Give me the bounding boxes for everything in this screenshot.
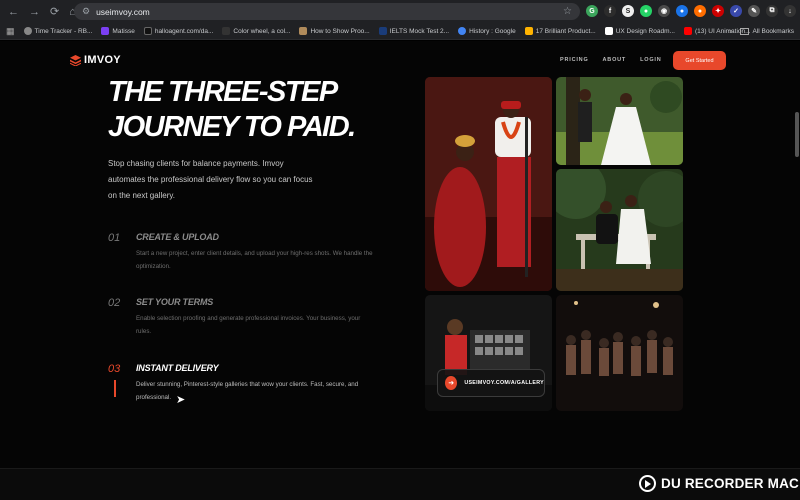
grammarly-icon[interactable]: G	[586, 5, 598, 17]
check-extension-icon[interactable]: ✓	[730, 5, 742, 17]
chevron-right-icon[interactable]: »	[729, 28, 733, 35]
crowd-night-image	[556, 295, 683, 411]
step-number: 03	[108, 363, 121, 375]
bookmark-item[interactable]: Matisse	[101, 27, 135, 35]
gallery-photo[interactable]	[556, 295, 683, 411]
browser-toolbar: ← → ⟳ ⌂ ⚙ useimvoy.com ☆ G f S ● ◉ ● ● ✦…	[0, 0, 800, 23]
bookmark-star-icon[interactable]: ☆	[563, 6, 572, 17]
logo[interactable]: IMVOY	[70, 54, 121, 66]
recorder-logo-icon	[639, 475, 656, 492]
youtube-icon	[683, 27, 692, 35]
bookmark-item[interactable]: UX Design Roadm...	[604, 27, 675, 35]
camera-icon[interactable]: ◉	[658, 5, 670, 17]
download-icon[interactable]: ↓	[784, 5, 796, 17]
gallery-photo[interactable]	[556, 169, 683, 291]
logo-icon	[70, 54, 81, 66]
step-description: Enable selection proofing and generate p…	[136, 315, 361, 335]
bookmarks-bar: ▦ Time Tracker - RB... Matisse halloagen…	[0, 23, 800, 40]
bookmark-item[interactable]: IELTS Mock Test 2...	[378, 27, 449, 35]
site-info-icon[interactable]: ⚙	[82, 6, 90, 17]
matisse-icon	[101, 27, 110, 35]
bookmark-item[interactable]: History : Google	[458, 27, 516, 35]
garden-couple-image	[556, 77, 683, 165]
gallery-url: USEIMVOY.COM/A/GALLERY	[464, 380, 544, 386]
watermark-text: DU RECORDER MAC	[661, 476, 799, 491]
puzzle-icon[interactable]: ⧉	[766, 5, 778, 17]
google-icon	[458, 27, 467, 35]
step-description: Deliver stunning, Pinterest-style galler…	[136, 381, 359, 401]
adobe-icon	[222, 27, 231, 35]
bookmark-item[interactable]: halloagent.com/da...	[143, 27, 213, 35]
gallery-photo[interactable]	[425, 77, 552, 291]
nav-links: PRICING ABOUT LOGIN	[560, 57, 662, 63]
recorder-watermark: DU RECORDER MAC	[639, 475, 799, 492]
gallery-link-pill[interactable]: ➜ USEIMVOY.COM/A/GALLERY	[437, 369, 545, 397]
nav-pricing[interactable]: PRICING	[560, 57, 589, 63]
apps-icon[interactable]: ▦	[6, 26, 15, 37]
ielts-icon	[378, 27, 387, 35]
page-content: IMVOY PRICING ABOUT LOGIN Get Started TH…	[0, 41, 800, 500]
nav-login[interactable]: LOGIN	[640, 57, 661, 63]
bookmark-item[interactable]: How to Show Proo...	[299, 27, 370, 35]
nav-about[interactable]: ABOUT	[603, 57, 627, 63]
logo-text: IMVOY	[84, 54, 121, 66]
address-bar[interactable]: ⚙ useimvoy.com ☆	[74, 3, 580, 20]
agent-icon	[143, 27, 152, 35]
step-number: 02	[108, 297, 121, 309]
maple-icon[interactable]: ✦	[712, 5, 724, 17]
gallery-photo[interactable]	[556, 77, 683, 165]
bench-couple-image	[556, 169, 683, 291]
forward-icon[interactable]: →	[29, 6, 40, 18]
mouse-cursor-icon: ➤	[176, 394, 186, 406]
font-icon[interactable]: f	[604, 5, 616, 17]
blue-extension-icon[interactable]: ●	[676, 5, 688, 17]
step-description: Start a new project, enter client detail…	[136, 250, 373, 270]
extensions-bar: G f S ● ◉ ● ● ✦ ✓ ✎ ⧉ ↓ ● ⋮	[586, 5, 800, 17]
hero-title: THE THREE-STEP JOURNEY TO PAID.	[108, 76, 356, 143]
page-scrollbar[interactable]	[795, 112, 799, 157]
bird-icon	[299, 27, 308, 35]
all-bookmarks[interactable]: » All Bookmarks	[729, 27, 794, 35]
orange-extension-icon[interactable]: ●	[694, 5, 706, 17]
bookmark-item[interactable]: Time Tracker - RB...	[23, 27, 92, 35]
s-extension-icon[interactable]: S	[622, 5, 634, 17]
active-step-indicator	[114, 380, 116, 397]
pen-icon[interactable]: ✎	[748, 5, 760, 17]
folder-icon	[740, 27, 750, 35]
bookmark-item[interactable]: 17 Brilliant Product...	[524, 27, 596, 35]
step-title: CREATE & UPLOAD	[136, 232, 219, 242]
globe-icon	[23, 27, 32, 35]
back-icon[interactable]: ←	[8, 6, 19, 18]
wedding-couple-image	[425, 77, 552, 291]
get-started-button[interactable]: Get Started	[673, 51, 726, 70]
url-text: useimvoy.com	[96, 6, 150, 17]
bookmark-item[interactable]: Color wheel, a col...	[222, 27, 290, 35]
arrow-right-icon[interactable]: ➜	[445, 376, 458, 390]
product-icon	[524, 27, 533, 35]
hero-subtitle: Stop chasing clients for balance payment…	[108, 159, 313, 200]
step-number: 01	[108, 232, 121, 244]
site-header: IMVOY PRICING ABOUT LOGIN Get Started	[0, 41, 800, 79]
reload-icon[interactable]: ⟳	[50, 5, 59, 18]
ux-icon	[604, 27, 613, 35]
step-title: SET YOUR TERMS	[136, 297, 214, 307]
step-title: INSTANT DELIVERY	[136, 363, 219, 373]
whatsapp-icon[interactable]: ●	[640, 5, 652, 17]
